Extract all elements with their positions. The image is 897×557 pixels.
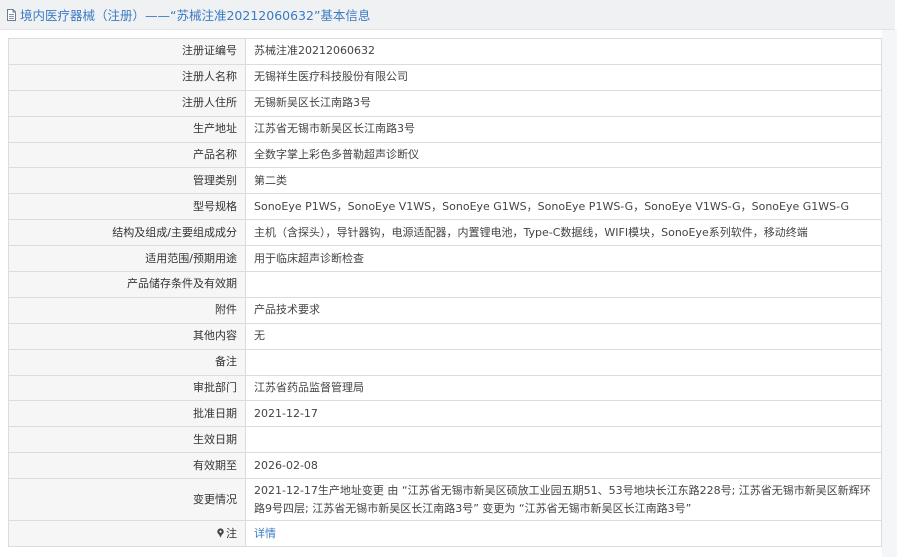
row-label: 批准日期	[8, 400, 246, 428]
row-label: 型号规格	[8, 193, 246, 221]
table-row: 注册证编号 苏械注准20212060632	[8, 38, 882, 65]
row-label: 管理类别	[8, 167, 246, 195]
row-label: 变更情况	[8, 478, 246, 522]
row-value: 全数字掌上彩色多普勒超声诊断仪	[245, 141, 882, 169]
row-label: 生效日期	[8, 426, 246, 454]
table-row: 有效期至 2026-02-08	[8, 452, 882, 480]
page-header: 境内医疗器械（注册）——“苏械注准20212060632”基本信息	[0, 0, 895, 30]
note-row: 注 详情	[8, 520, 882, 548]
table-row: 型号规格 SonoEye P1WS，SonoEye V1WS，SonoEye G…	[8, 193, 882, 221]
row-label: 适用范围/预期用途	[8, 245, 246, 273]
row-label: 有效期至	[8, 452, 246, 480]
row-value: 无锡新吴区长江南路3号	[245, 89, 882, 117]
table-row: 其他内容 无	[8, 322, 882, 350]
table-row: 批准日期 2021-12-17	[8, 400, 882, 428]
row-value: SonoEye P1WS，SonoEye V1WS，SonoEye G1WS，S…	[245, 193, 882, 221]
row-label: 附件	[8, 296, 246, 324]
row-label: 生产地址	[8, 115, 246, 143]
row-label: 注册人住所	[8, 89, 246, 117]
row-value: 苏械注准20212060632	[245, 38, 882, 65]
pin-icon	[216, 526, 225, 538]
row-value: 无	[245, 322, 882, 350]
row-value	[245, 271, 882, 298]
table-row: 备注	[8, 348, 882, 376]
page-title: 境内医疗器械（注册）——“苏械注准20212060632”基本信息	[20, 8, 371, 23]
table-row: 结构及组成/主要组成成分 主机（含探头），导针器钩，电源适配器，内置锂电池，Ty…	[8, 219, 882, 247]
table-row: 生产地址 江苏省无锡市新吴区长江南路3号	[8, 115, 882, 143]
row-label: 备注	[8, 348, 246, 376]
row-value	[245, 348, 882, 376]
row-value: 江苏省无锡市新吴区长江南路3号	[245, 115, 882, 143]
table-row: 产品名称 全数字掌上彩色多普勒超声诊断仪	[8, 141, 882, 169]
row-value: 2021-12-17生产地址变更 由 “江苏省无锡市新吴区硕放工业园五期51、5…	[245, 478, 882, 522]
table-row: 变更情况 2021-12-17生产地址变更 由 “江苏省无锡市新吴区硕放工业园五…	[8, 478, 882, 522]
scrollbar-track[interactable]	[882, 30, 897, 557]
table-row: 管理类别 第二类	[8, 167, 882, 195]
row-label: 注册证编号	[8, 38, 246, 65]
row-label: 其他内容	[8, 322, 246, 350]
note-label-cell: 注	[8, 520, 246, 548]
note-label: 注	[226, 526, 237, 540]
note-value-cell: 详情	[245, 520, 882, 548]
info-table: 注册证编号 苏械注准20212060632 注册人名称 无锡祥生医疗科技股份有限…	[8, 38, 882, 548]
row-value: 主机（含探头），导针器钩，电源适配器，内置锂电池，Type-C数据线，WIFI模…	[245, 219, 882, 247]
row-value: 无锡祥生医疗科技股份有限公司	[245, 63, 882, 91]
row-value	[245, 426, 882, 454]
row-label: 注册人名称	[8, 63, 246, 91]
table-row: 注册人住所 无锡新吴区长江南路3号	[8, 89, 882, 117]
row-value: 第二类	[245, 167, 882, 195]
table-row: 注册人名称 无锡祥生医疗科技股份有限公司	[8, 63, 882, 91]
table-row: 产品储存条件及有效期	[8, 271, 882, 298]
row-label: 结构及组成/主要组成成分	[8, 219, 246, 247]
row-value: 产品技术要求	[245, 296, 882, 324]
row-value: 2026-02-08	[245, 452, 882, 480]
table-row: 生效日期	[8, 426, 882, 454]
row-value: 2021-12-17	[245, 400, 882, 428]
table-row: 适用范围/预期用途 用于临床超声诊断检查	[8, 245, 882, 273]
row-label: 产品名称	[8, 141, 246, 169]
details-link[interactable]: 详情	[254, 527, 276, 540]
row-value: 江苏省药品监督管理局	[245, 374, 882, 402]
row-label: 审批部门	[8, 374, 246, 402]
table-row: 审批部门 江苏省药品监督管理局	[8, 374, 882, 402]
table-row: 附件 产品技术要求	[8, 296, 882, 324]
document-icon	[6, 8, 17, 21]
row-value: 用于临床超声诊断检查	[245, 245, 882, 273]
row-label: 产品储存条件及有效期	[8, 271, 246, 298]
